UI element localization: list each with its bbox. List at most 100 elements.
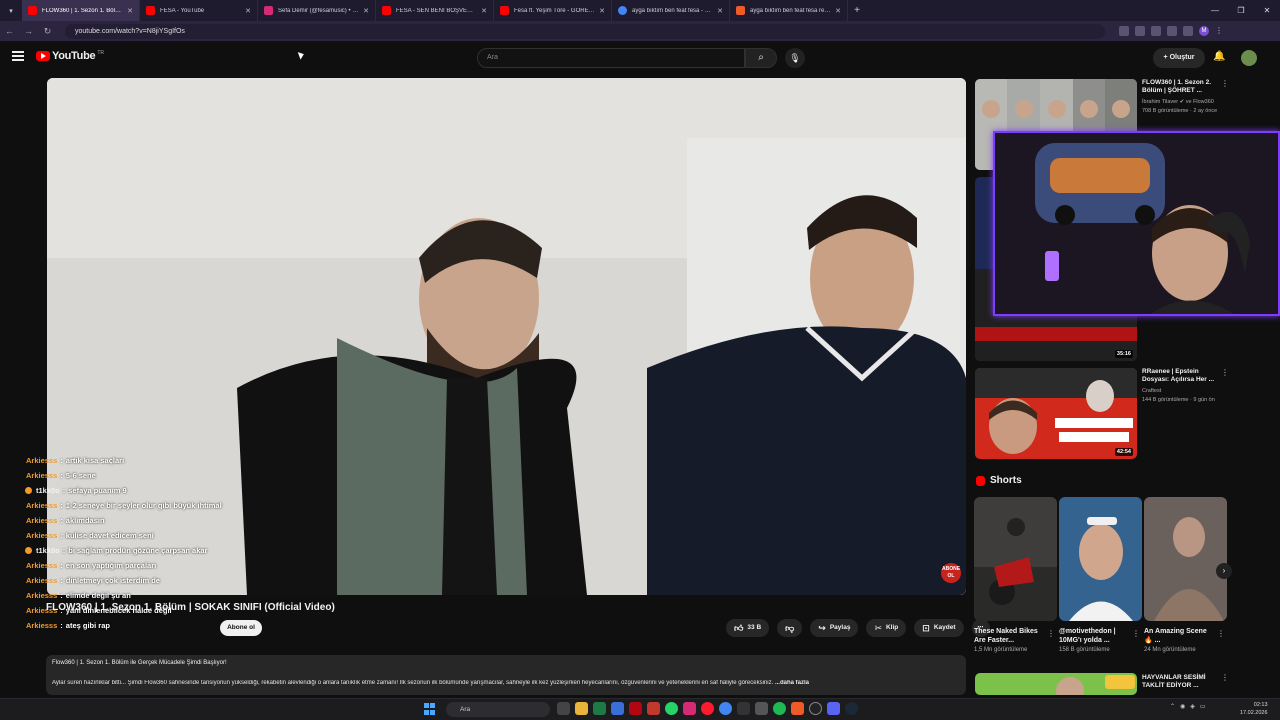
more-options-icon[interactable]: ⋮ bbox=[1221, 368, 1229, 377]
app-icon[interactable] bbox=[791, 702, 804, 715]
more-options-icon[interactable]: ⋮ bbox=[1047, 629, 1055, 638]
show-more-link[interactable]: ...daha fazla bbox=[775, 680, 809, 686]
app-icon[interactable] bbox=[737, 702, 750, 715]
avatar[interactable] bbox=[1241, 50, 1257, 66]
browser-tab-1[interactable]: FESA - YouTube ✕ bbox=[140, 0, 258, 21]
more-options-icon[interactable]: ⋮ bbox=[1221, 79, 1229, 88]
youtube-logo[interactable]: YouTube TR bbox=[36, 50, 104, 62]
close-icon[interactable]: ✕ bbox=[245, 7, 251, 15]
close-icon[interactable]: ✕ bbox=[363, 7, 369, 15]
browser-tab-4[interactable]: Fesa ft. Yeşim Töre - GÖREMEZ ✕ bbox=[494, 0, 612, 21]
video-thumbnail[interactable] bbox=[975, 673, 1137, 695]
chevron-up-icon[interactable]: ⌃ bbox=[1170, 703, 1175, 710]
short-thumbnail[interactable] bbox=[974, 497, 1057, 621]
browser-tab-3[interactable]: FESA - SEN BENİ BOŞVER (Offi ✕ bbox=[376, 0, 494, 21]
sidepanel-icon[interactable] bbox=[1183, 26, 1193, 36]
browser-tab-6[interactable]: ayga bıktım ben feat fesa resul ✕ bbox=[730, 0, 848, 21]
more-options-icon[interactable]: ⋮ bbox=[1217, 629, 1225, 638]
save-button[interactable]: ⊡ Kaydet bbox=[914, 619, 964, 637]
clock-time: 02:13 bbox=[1253, 702, 1268, 708]
hamburger-menu-icon[interactable] bbox=[12, 51, 24, 61]
opera-icon[interactable] bbox=[701, 702, 714, 715]
recommendation-item[interactable]: HAYVANLAR SESİMİ TAKLİT EDİYOR ... ⋮ bbox=[975, 673, 1229, 695]
bookmark-star-icon[interactable] bbox=[1135, 26, 1145, 36]
search-icon[interactable]: ⌕ bbox=[745, 48, 777, 68]
new-tab-button[interactable]: + bbox=[848, 5, 866, 16]
clock-date: 17.02.2026 bbox=[1240, 710, 1268, 716]
taskbar-clock[interactable]: 02:13 17.02.2026 bbox=[1240, 701, 1268, 717]
close-window-icon[interactable]: ✕ bbox=[1254, 0, 1280, 21]
browser-tab-2[interactable]: Sefa Demir (@fesamusic) • Insta ✕ bbox=[258, 0, 376, 21]
files-icon[interactable] bbox=[611, 702, 624, 715]
create-button[interactable]: + Oluştur bbox=[1153, 48, 1205, 68]
app-icon[interactable] bbox=[647, 702, 660, 715]
short-title: These Naked Bikes Are Faster... bbox=[974, 628, 1038, 644]
like-button[interactable]: 👍︎ 33 B bbox=[726, 619, 770, 637]
whatsapp-icon[interactable] bbox=[665, 702, 678, 715]
short-thumbnail[interactable] bbox=[1059, 497, 1142, 621]
chat-message: Arkiesss:5-6 sene bbox=[22, 468, 272, 483]
subscribe-watermark[interactable]: ABONE OL bbox=[941, 563, 961, 583]
extension-icon[interactable] bbox=[1151, 26, 1161, 36]
menu-icon[interactable]: ⋮ bbox=[1215, 26, 1225, 36]
chat-separator: : bbox=[62, 486, 66, 495]
steam-icon[interactable] bbox=[845, 702, 858, 715]
short-item[interactable]: @motivethedon | 10MG'ı yolda ... 158 B g… bbox=[1059, 497, 1142, 653]
chat-message: Arkiesss:1-2 seneye bir şeyler olur gibi… bbox=[22, 498, 272, 513]
chevron-right-icon[interactable]: › bbox=[1216, 563, 1232, 579]
bell-icon[interactable]: 🔔 bbox=[1213, 51, 1225, 62]
task-view-icon[interactable] bbox=[557, 702, 570, 715]
close-icon[interactable]: ✕ bbox=[481, 7, 487, 15]
obs-icon[interactable] bbox=[809, 702, 822, 715]
spotify-icon[interactable] bbox=[773, 702, 786, 715]
maximize-icon[interactable]: ❐ bbox=[1228, 0, 1254, 21]
chrome-icon[interactable] bbox=[719, 702, 732, 715]
extensions-icon[interactable] bbox=[1167, 26, 1177, 36]
discord-icon[interactable] bbox=[827, 702, 840, 715]
video-thumbnail[interactable]: 42:54 bbox=[975, 368, 1137, 459]
chat-message: t1kk0o: sefaya puanım 9 bbox=[22, 483, 272, 498]
microphone-icon[interactable]: 🎙 bbox=[785, 48, 805, 68]
network-icon[interactable]: ◉ bbox=[1180, 703, 1185, 710]
taskbar-search-input[interactable]: Ara bbox=[446, 702, 550, 717]
dislike-button[interactable]: 👎︎ bbox=[777, 619, 803, 637]
short-item[interactable]: An Amazing Scene 🔥 ... 24 Mn görüntüleme… bbox=[1144, 497, 1227, 653]
address-bar[interactable]: youtube.com/watch?v=N8jiYSgIfOs bbox=[65, 23, 1105, 39]
windows-start-icon[interactable] bbox=[424, 703, 436, 715]
youtube-favicon-icon bbox=[146, 6, 155, 15]
short-thumbnail[interactable] bbox=[1144, 497, 1227, 621]
tab-search-icon[interactable]: ▾ bbox=[0, 0, 22, 21]
more-options-icon[interactable]: ⋮ bbox=[1132, 629, 1140, 638]
minimize-icon[interactable]: — bbox=[1202, 0, 1228, 21]
more-options-icon[interactable]: ⋮ bbox=[1221, 673, 1229, 682]
netflix-icon[interactable] bbox=[629, 702, 642, 715]
tab-label: FESA - YouTube bbox=[160, 7, 205, 14]
excel-icon[interactable] bbox=[593, 702, 606, 715]
search-input[interactable]: Ara bbox=[477, 48, 745, 68]
chat-username: Arkiesss bbox=[26, 516, 58, 525]
taskbar-apps bbox=[557, 702, 858, 715]
create-label: Oluştur bbox=[1169, 54, 1195, 61]
close-icon[interactable]: ✕ bbox=[127, 7, 133, 15]
profile-avatar[interactable]: M bbox=[1199, 26, 1209, 36]
battery-icon[interactable]: ▭ bbox=[1200, 703, 1206, 710]
install-app-icon[interactable] bbox=[1119, 26, 1129, 36]
recommendation-meta: 708 B görüntüleme · 2 ay önce bbox=[1142, 108, 1218, 114]
short-item[interactable]: These Naked Bikes Are Faster... 1,5 Mn g… bbox=[974, 497, 1057, 653]
reload-icon[interactable]: ↻ bbox=[38, 26, 57, 37]
close-icon[interactable]: ✕ bbox=[717, 7, 723, 15]
subscribe-button[interactable]: Abone ol bbox=[220, 620, 262, 636]
recommendation-item[interactable]: 42:54 RRaenee | Epstein Dosyası: Açılırs… bbox=[975, 368, 1229, 459]
app-icon[interactable] bbox=[755, 702, 768, 715]
instagram-icon[interactable] bbox=[683, 702, 696, 715]
browser-tab-5[interactable]: ayga bıktım ben feat fesa - Goo ✕ bbox=[612, 0, 730, 21]
forward-icon[interactable]: → bbox=[19, 26, 38, 36]
volume-icon[interactable]: ◈ bbox=[1190, 703, 1195, 710]
back-icon[interactable]: ← bbox=[0, 26, 19, 36]
close-icon[interactable]: ✕ bbox=[835, 7, 841, 15]
clip-button[interactable]: ✂ Klip bbox=[866, 619, 907, 637]
browser-tab-0[interactable]: FLOW360 | 1. Sezon 1. Bölüm | ✕ bbox=[22, 0, 140, 21]
share-button[interactable]: ↪ Paylaş bbox=[810, 619, 859, 637]
close-icon[interactable]: ✕ bbox=[599, 7, 605, 15]
file-explorer-icon[interactable] bbox=[575, 702, 588, 715]
